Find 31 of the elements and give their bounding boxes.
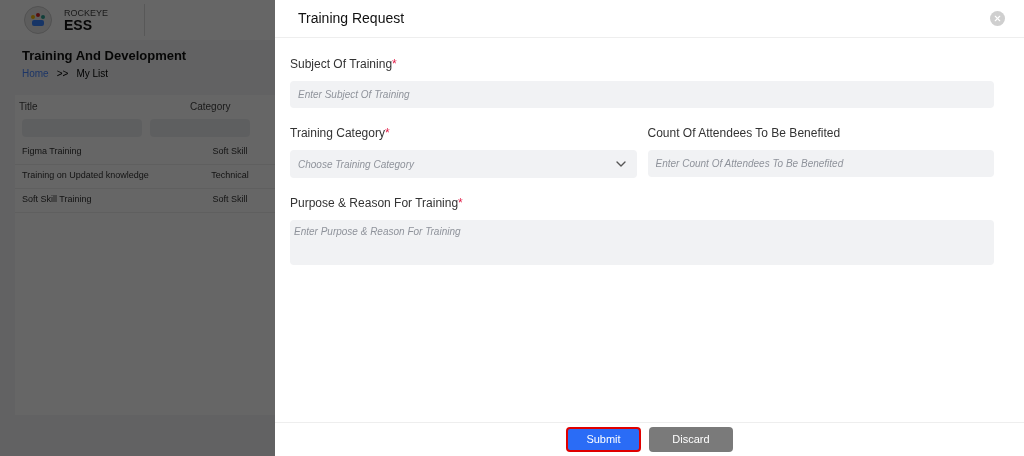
close-icon	[993, 14, 1002, 23]
field-label: Subject Of Training*	[290, 56, 398, 73]
table-cell: Soft Skill	[212, 194, 248, 205]
field-label: Purpose & Reason For Training*	[290, 195, 464, 212]
textarea-field[interactable]: Enter Purpose & Reason For Training	[290, 220, 994, 265]
required-mark: *	[458, 196, 463, 210]
table-cell: Figma Training	[22, 146, 82, 157]
column-header: Category	[190, 101, 231, 112]
submit-button[interactable]: Submit	[566, 427, 641, 452]
table-cell: Training on Updated knowledge	[22, 170, 149, 181]
breadcrumb-text: >>	[56, 66, 69, 81]
table-cell: Soft Skill	[212, 146, 248, 157]
required-mark: *	[384, 126, 390, 140]
field-label: Training Category*	[290, 125, 391, 142]
select-field[interactable]: Choose Training Category	[290, 150, 637, 178]
column-header: Title	[19, 101, 38, 112]
discard-button[interactable]: Discard	[649, 427, 733, 452]
text-field[interactable]: Enter Count Of Attendees To Be Benefited	[647, 150, 994, 177]
brand-product: ESS	[64, 17, 93, 32]
breadcrumb-text: My List	[76, 66, 109, 81]
logo-icon	[24, 6, 52, 34]
table-cell: Technical	[211, 170, 249, 181]
close-button[interactable]	[990, 11, 1005, 26]
text-field[interactable]: Enter Subject Of Training	[290, 81, 994, 108]
required-mark: *	[392, 57, 397, 71]
field-label: Count Of Attendees To Be Benefited	[647, 125, 842, 142]
modal-title: Training Request	[298, 9, 405, 28]
select-placeholder: Choose Training Category	[298, 157, 414, 172]
table-cell: Soft Skill Training	[22, 194, 92, 205]
page-title: Training And Development	[22, 47, 187, 65]
brand-name: ROCKEYE	[64, 8, 108, 18]
